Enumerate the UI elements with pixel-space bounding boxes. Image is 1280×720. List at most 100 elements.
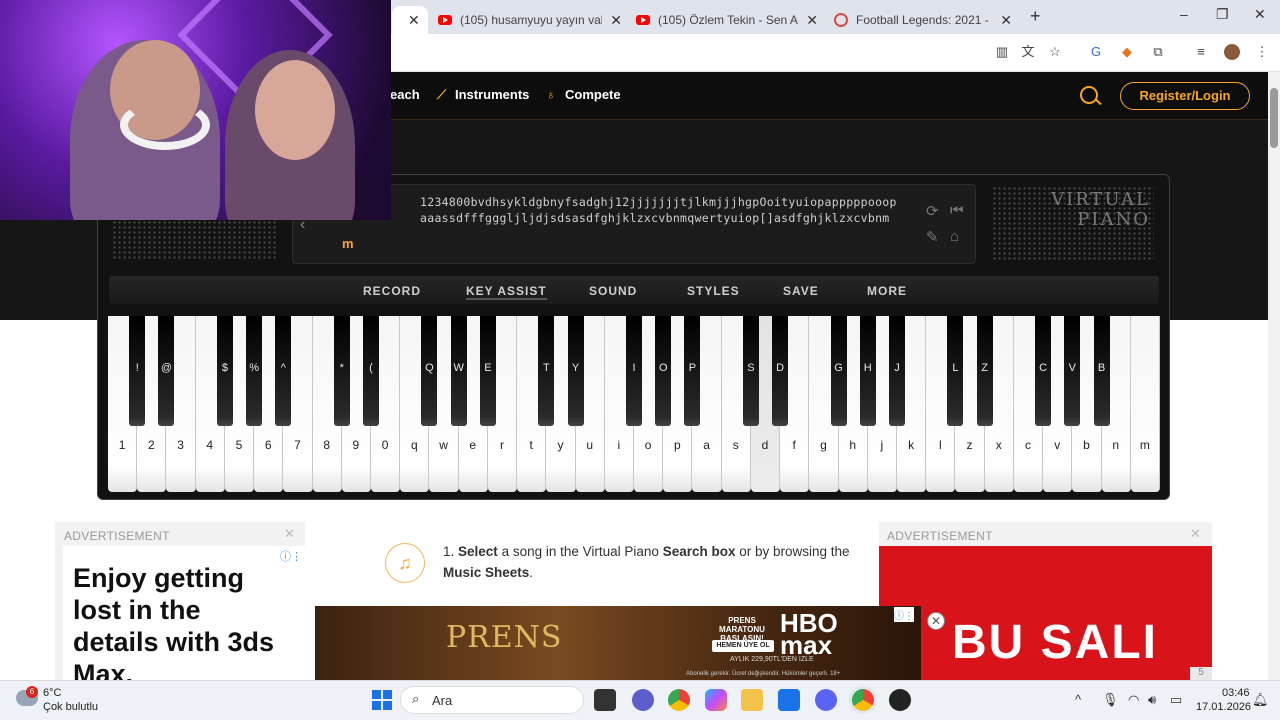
close-icon[interactable]: ✕ (1190, 526, 1201, 542)
maximize-button[interactable]: ❐ (1216, 6, 1229, 23)
media-control-icon[interactable]: ≡ (1193, 44, 1209, 60)
black-key-V[interactable]: V (1064, 316, 1081, 426)
black-key-H[interactable]: H (859, 316, 876, 426)
black-key-O[interactable]: O (655, 316, 672, 426)
music-note-icon: ♫ (385, 543, 425, 583)
copilot-icon[interactable] (705, 689, 727, 711)
minimize-button[interactable]: – (1180, 6, 1188, 22)
black-key-Q[interactable]: Q (421, 316, 438, 426)
replay-icon[interactable]: ⟳ (926, 202, 939, 220)
black-key-label: ! (135, 362, 139, 374)
home-icon[interactable]: ⌂ (950, 228, 959, 245)
bookmark-star-icon[interactable]: ☆ (1047, 44, 1063, 60)
scrollbar-thumb[interactable] (1270, 88, 1278, 148)
chrome-active-icon[interactable] (852, 689, 874, 711)
black-key-![interactable]: ! (129, 316, 146, 426)
menu-more[interactable]: MORE (867, 284, 907, 298)
white-key-m[interactable]: m (1130, 316, 1160, 492)
black-key-^[interactable]: ^ (275, 316, 292, 426)
steam-icon[interactable] (889, 689, 911, 711)
skip-back-icon[interactable]: ⏮ (950, 202, 964, 219)
tab-football-legends[interactable]: Football Legends: 2021 - Oyun ✕ (826, 6, 1020, 34)
black-key-@[interactable]: @ (158, 316, 175, 426)
black-key-P[interactable]: P (684, 316, 701, 426)
wifi-icon[interactable]: ◠ (1128, 692, 1139, 708)
black-key-$[interactable]: $ (216, 316, 233, 426)
black-key-C[interactable]: C (1035, 316, 1052, 426)
register-login-button[interactable]: Register/Login (1120, 82, 1250, 110)
ad-right-text[interactable]: BU SALI (952, 615, 1158, 670)
youtube-icon (438, 15, 452, 25)
white-key-label: s (732, 438, 739, 452)
new-tab-button[interactable]: + (1030, 6, 1041, 27)
menu-key-assist[interactable]: KEY ASSIST (466, 284, 547, 300)
black-key-J[interactable]: J (889, 316, 905, 426)
close-icon[interactable]: ✕ (284, 526, 295, 542)
close-window-button[interactable]: ✕ (1254, 6, 1266, 23)
close-icon[interactable]: ✕ (927, 612, 945, 630)
black-key-T[interactable]: T (538, 316, 555, 426)
close-tab-icon[interactable]: ✕ (610, 12, 622, 29)
pencil-icon[interactable]: ✎ (926, 228, 939, 246)
profile-avatar[interactable] (1224, 44, 1240, 60)
close-tab-icon[interactable]: ✕ (1000, 12, 1012, 29)
ad-cta-button[interactable]: HEMEN ÜYE OL (712, 640, 774, 652)
black-key-Y[interactable]: Y (567, 316, 584, 426)
metamask-extension-icon[interactable]: ◆ (1119, 44, 1135, 60)
black-key-W[interactable]: W (450, 316, 467, 426)
page-scrollbar[interactable] (1268, 72, 1280, 680)
nav-teach[interactable]: each (390, 87, 420, 102)
tab-virtual-piano[interactable]: ✕ (392, 6, 428, 34)
black-key-label: H (863, 362, 872, 374)
search-icon[interactable] (1080, 86, 1098, 104)
google-translate-extension-icon[interactable]: G (1088, 44, 1104, 60)
menu-record[interactable]: RECORD (363, 284, 421, 298)
chevron-up-icon[interactable]: ^ (1075, 692, 1081, 707)
nav-compete[interactable]: Compete (565, 87, 621, 102)
translate-icon[interactable]: 文 (1020, 44, 1036, 60)
extensions-icon[interactable]: ⧉ (1150, 44, 1166, 60)
ad-info-icon[interactable]: ⓘ⋮ (280, 548, 302, 564)
menu-styles[interactable]: STYLES (687, 284, 740, 298)
microphone-icon[interactable]: 🎙︎ (1102, 692, 1119, 708)
black-key-%[interactable]: % (246, 316, 263, 426)
trophy-icon: ♁ (546, 87, 556, 102)
clock-date[interactable]: 17.01.2026 (1196, 701, 1251, 713)
ad-info-icon[interactable]: ⓘ⋮ (894, 607, 914, 622)
black-key-Z[interactable]: Z (976, 316, 993, 426)
black-key-label: V (1068, 362, 1076, 374)
file-explorer-icon[interactable] (741, 689, 763, 711)
taskbar-search[interactable] (400, 686, 584, 714)
volume-icon[interactable]: 🔊︎ (1148, 692, 1156, 708)
ms-store-icon[interactable] (778, 689, 800, 711)
windows-start-icon[interactable] (372, 690, 392, 710)
close-tab-icon[interactable]: ✕ (806, 12, 818, 29)
black-key-([interactable]: ( (363, 316, 379, 426)
close-tab-icon[interactable]: ✕ (408, 12, 420, 29)
black-key-S[interactable]: S (742, 316, 759, 426)
black-key-D[interactable]: D (772, 316, 789, 426)
black-key-L[interactable]: L (947, 316, 964, 426)
black-key-G[interactable]: G (830, 316, 847, 426)
chrome-icon[interactable] (668, 689, 690, 711)
teams-icon[interactable] (632, 689, 654, 711)
black-key-B[interactable]: B (1093, 316, 1110, 426)
weather-desc[interactable]: Çok bulutlu (43, 701, 98, 713)
black-key-I[interactable]: I (626, 316, 642, 426)
weather-temp[interactable]: 6°C (43, 687, 61, 699)
black-key-*[interactable]: * (333, 316, 350, 426)
tab-youtube-2[interactable]: (105) Özlem Tekin - Sen Anla - Y ✕ (628, 6, 826, 34)
clock-time[interactable]: 03:46 (1222, 687, 1250, 699)
menu-sound[interactable]: SOUND (589, 284, 637, 298)
discord-icon[interactable] (815, 689, 837, 711)
battery-icon[interactable]: ▭ (1170, 692, 1182, 708)
menu-save[interactable]: SAVE (783, 284, 819, 298)
ad-left-text[interactable]: Enjoy getting lost in the details with 3… (73, 562, 283, 690)
task-view-icon[interactable] (594, 689, 616, 711)
nav-instruments[interactable]: Instruments (455, 87, 529, 102)
notification-icon[interactable]: 🔔︎ (1252, 692, 1269, 708)
menu-icon[interactable]: ⋮ (1254, 44, 1270, 60)
tab-youtube-1[interactable]: (105) husamyuyu yayın vakti 14 ✕ (430, 6, 630, 34)
reading-mode-icon[interactable]: ▥ (994, 44, 1010, 60)
black-key-E[interactable]: E (479, 316, 496, 426)
